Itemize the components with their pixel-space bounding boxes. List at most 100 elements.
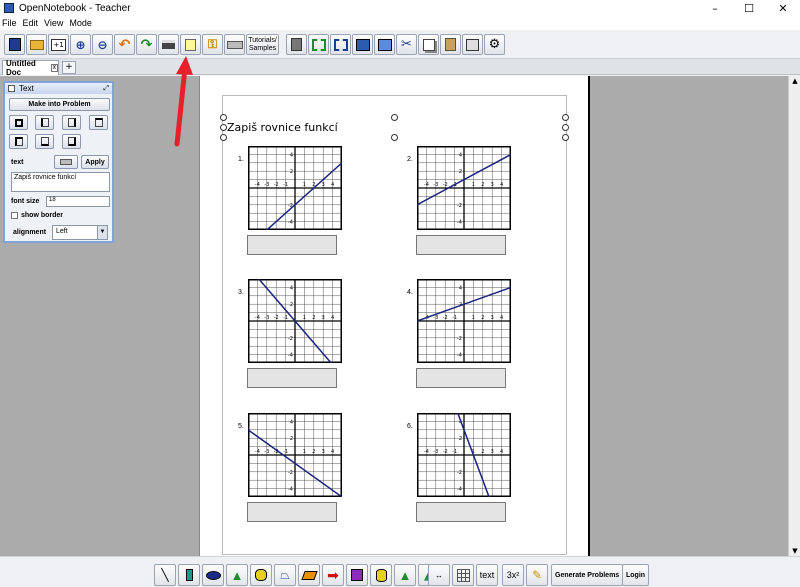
coordinate-graph[interactable]: -4-3-2-1123442-2-4	[248, 413, 342, 497]
text-tool-bottom-button[interactable]: text	[476, 564, 498, 586]
save-button[interactable]	[4, 34, 25, 55]
answer-box[interactable]	[247, 502, 337, 522]
text-content-field[interactable]: Zapiš rovnice funkcí	[11, 172, 110, 192]
answer-box[interactable]	[416, 502, 506, 522]
redo-button[interactable]: ↷	[136, 34, 157, 55]
apply-button[interactable]: Apply	[81, 155, 109, 169]
selection-handle[interactable]	[220, 114, 227, 121]
panel-header[interactable]: Text ⤢	[5, 83, 112, 94]
x-tick-label: -3	[433, 449, 438, 455]
scroll-up-arrow[interactable]: ▲	[789, 76, 800, 86]
cylinder-tool-button[interactable]	[370, 564, 392, 586]
selection-handle[interactable]	[562, 124, 569, 131]
answer-box[interactable]	[416, 368, 506, 388]
selection-handle[interactable]	[562, 134, 569, 141]
parallelogram-tool-button[interactable]	[298, 564, 320, 586]
border-topleft-button[interactable]	[9, 134, 28, 149]
coordinate-graph[interactable]: -4-3-2-1123442-2-4	[248, 279, 342, 363]
menu-file[interactable]: File	[2, 18, 17, 28]
arrow-tool-button[interactable]: ➡	[322, 564, 344, 586]
delete-button[interactable]	[286, 34, 307, 55]
minimize-button[interactable]: –	[698, 0, 732, 16]
triangle-tool-button[interactable]: ▲	[226, 564, 248, 586]
border-left-button[interactable]	[35, 115, 54, 130]
tab-close-button[interactable]: x	[50, 64, 58, 72]
image-button[interactable]	[462, 34, 483, 55]
cube-tool-button[interactable]	[346, 564, 368, 586]
arrow-shape-icon: ➡	[327, 566, 339, 583]
border-right-button[interactable]	[62, 115, 81, 130]
text-tool-button[interactable]	[180, 34, 201, 55]
scroll-down-arrow[interactable]: ▼	[789, 546, 800, 556]
zoom-in-button[interactable]: ⊕	[70, 34, 91, 55]
settings-button[interactable]: ⚙	[484, 34, 505, 55]
x-tick-label: -2	[274, 182, 279, 188]
graph-tool-button[interactable]	[452, 564, 474, 586]
paste-button[interactable]	[440, 34, 461, 55]
maximize-button[interactable]: ☐	[732, 0, 766, 16]
border-bottomright-button[interactable]	[62, 134, 81, 149]
answer-box[interactable]	[416, 235, 506, 255]
document-page[interactable]: Zapiš rovnice funkcí 1. -4 -3 -2 -1 1 2 3 4 4 2 -2-…	[199, 76, 590, 556]
ungroup-button[interactable]	[330, 34, 351, 55]
answer-box[interactable]	[247, 368, 337, 388]
menu-mode[interactable]: Mode	[69, 18, 92, 28]
close-button[interactable]: ✕	[766, 0, 800, 16]
alignment-select[interactable]: Left ▼	[52, 225, 108, 240]
key-icon: ⚿	[207, 37, 218, 51]
bring-front-icon	[355, 38, 370, 51]
coordinate-graph[interactable]: -4-3-2-1123442-2-4	[417, 413, 511, 497]
vertical-scrollbar[interactable]: ▲ ▼	[788, 76, 800, 556]
send-back-button[interactable]	[374, 34, 395, 55]
tab-untitled-doc[interactable]: Untitled Doc x	[2, 59, 59, 77]
zoom-out-button[interactable]: ⊖	[92, 34, 113, 55]
login-button[interactable]: Login	[622, 564, 650, 586]
selection-handle[interactable]	[220, 134, 227, 141]
coordinate-graph[interactable]: -4-3-2-1123442-2-4	[248, 146, 342, 230]
coordinate-graph[interactable]: -4-3-2-1123442-2-4	[417, 279, 511, 363]
border-bottom-button[interactable]	[35, 134, 54, 149]
selection-handle[interactable]	[220, 124, 227, 131]
answer-box[interactable]	[247, 235, 337, 255]
open-button[interactable]	[26, 34, 47, 55]
add-tab-button[interactable]: +	[62, 61, 76, 74]
group-button[interactable]	[308, 34, 329, 55]
menu-view[interactable]: View	[44, 18, 63, 28]
selection-handle[interactable]	[391, 114, 398, 121]
bring-front-button[interactable]	[352, 34, 373, 55]
add-page-button[interactable]: +1	[48, 34, 69, 55]
oval-tool-button[interactable]	[202, 564, 224, 586]
panel-checkbox[interactable]	[8, 85, 15, 92]
cone-tool-button[interactable]: ▲	[394, 564, 416, 586]
generate-problems-button[interactable]: Generate Problems	[551, 564, 624, 586]
line-tool-button[interactable]: ╲	[154, 564, 176, 586]
selection-handle[interactable]	[562, 114, 569, 121]
trapezoid-tool-button[interactable]: ⏢	[274, 564, 296, 586]
font-size-field[interactable]: 18	[46, 196, 110, 207]
show-border-checkbox[interactable]	[11, 212, 18, 219]
panel-expand-icon[interactable]: ⤢	[103, 85, 109, 93]
undo-button[interactable]: ↶	[114, 34, 135, 55]
print-button[interactable]	[158, 34, 179, 55]
y-tick-label: -4	[288, 220, 293, 226]
chevron-down-icon: ▼	[97, 226, 107, 239]
border-full-button[interactable]	[9, 115, 28, 130]
menu-edit[interactable]: Edit	[23, 18, 39, 28]
exponent-tool-button[interactable]: 3x²	[502, 564, 524, 586]
pencil-tool-button[interactable]: ✎	[526, 564, 548, 586]
keyboard-button[interactable]	[224, 34, 245, 55]
cut-button[interactable]: ✂	[396, 34, 417, 55]
keyboard-input-button[interactable]	[54, 155, 78, 169]
polygon-tool-button[interactable]	[250, 564, 272, 586]
border-top-button[interactable]	[89, 115, 108, 130]
selection-handle[interactable]	[391, 134, 398, 141]
number-line-tool-button[interactable]: ↔	[428, 564, 450, 586]
copy-button[interactable]	[418, 34, 439, 55]
make-into-problem-button[interactable]: Make into Problem	[9, 98, 110, 111]
rectangle-tool-button[interactable]	[178, 564, 200, 586]
y-tick-label: -2	[457, 336, 462, 342]
key-button[interactable]: ⚿	[202, 34, 223, 55]
coordinate-graph[interactable]: -4-3-2-1123442-2-4	[417, 146, 511, 230]
tutorials-samples-button[interactable]: Tutorials/ Samples	[246, 34, 279, 55]
worksheet-title[interactable]: Zapiš rovnice funkcí	[227, 121, 338, 134]
